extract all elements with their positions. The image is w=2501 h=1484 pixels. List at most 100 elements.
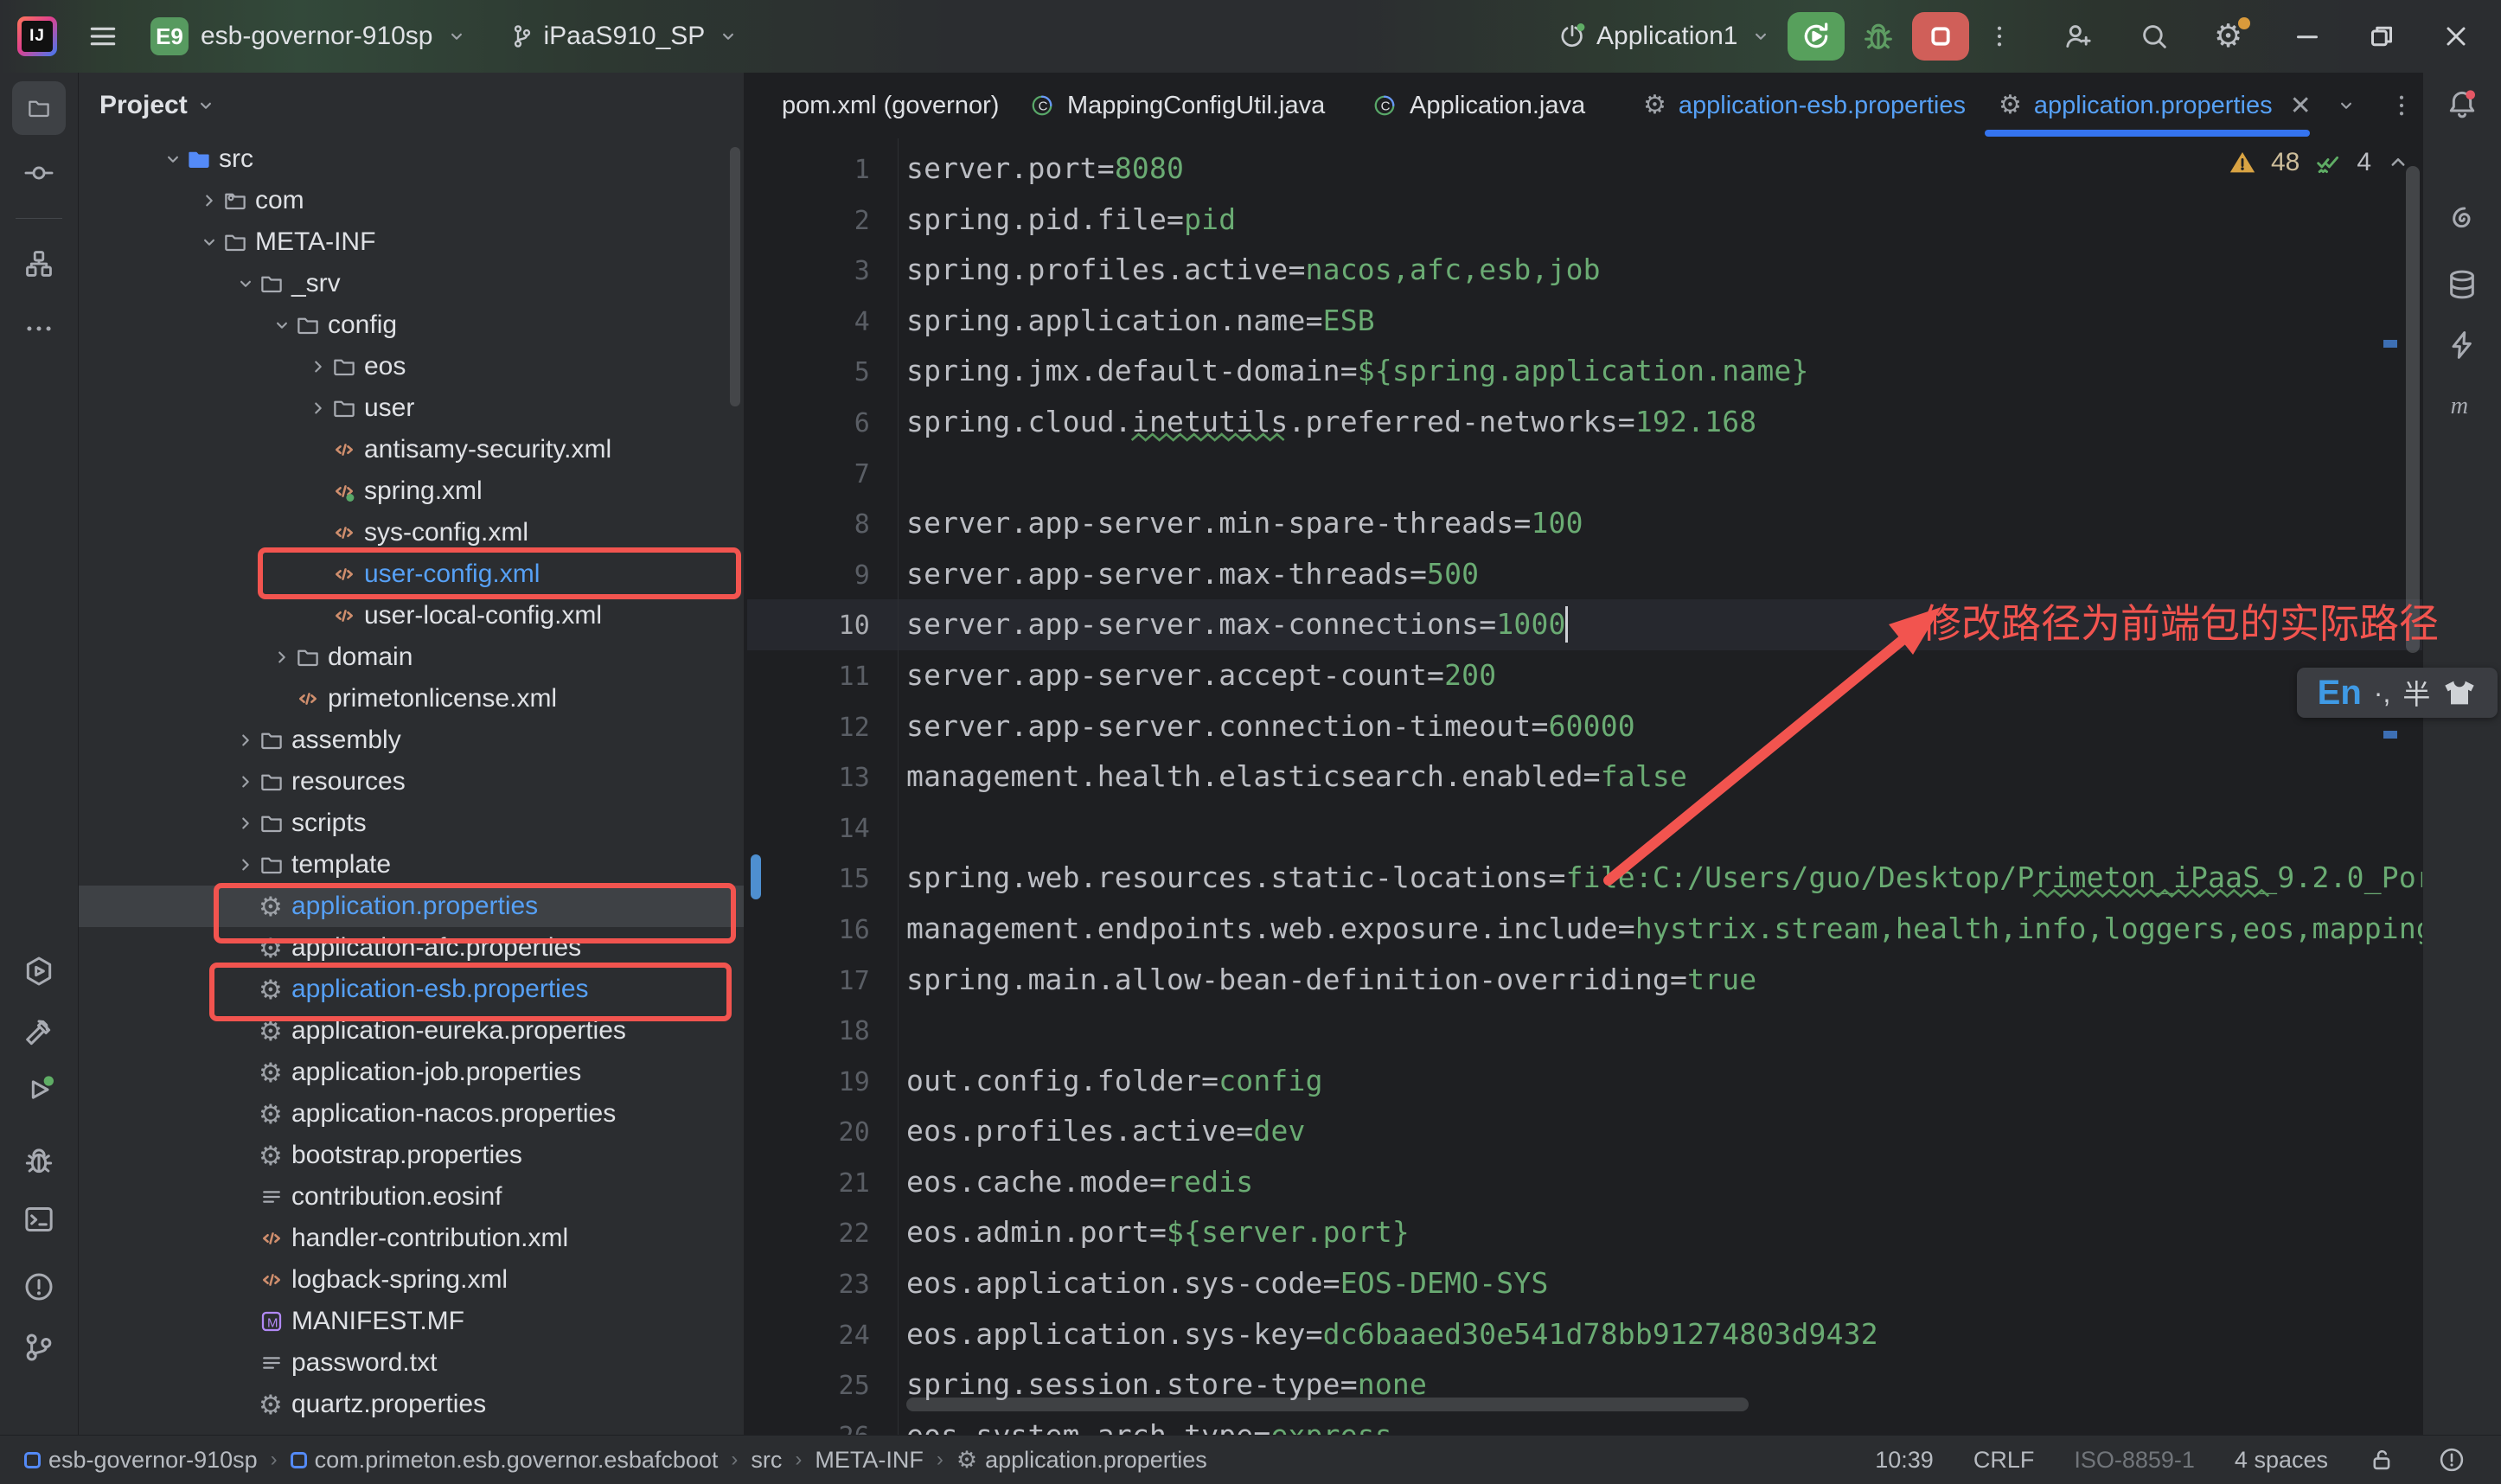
- previous-highlight-chevron-icon[interactable]: [2385, 150, 2411, 176]
- more-actions-icon[interactable]: [1985, 22, 2014, 51]
- code-line-22[interactable]: 22eos.admin.port=${server.port}: [747, 1207, 2423, 1258]
- debug-icon[interactable]: [12, 1134, 66, 1187]
- chevron-right-icon[interactable]: [305, 397, 331, 419]
- tree-item-primetonlicense-xml[interactable]: primetonlicense.xml: [79, 678, 744, 720]
- tab-pom-xml-governor-[interactable]: pom.xml (governor): [782, 73, 999, 138]
- code-line-19[interactable]: 19out.config.folder=config: [747, 1056, 2423, 1107]
- tree-item-contribution-eosinf[interactable]: contribution.eosinf: [79, 1176, 744, 1218]
- error-stripe-mark[interactable]: [2383, 731, 2397, 739]
- code-line-4[interactable]: 4spring.application.name=ESB: [747, 296, 2423, 347]
- tree-item-application-job-properties[interactable]: ⚙application-job.properties: [79, 1052, 744, 1093]
- chevron-right-icon[interactable]: [305, 355, 331, 378]
- file-encoding[interactable]: ISO-8859-1: [2074, 1447, 2195, 1474]
- tree-item-src[interactable]: src: [79, 138, 744, 180]
- code-line-1[interactable]: 1server.port=8080: [747, 144, 2423, 195]
- tree-item-assembly[interactable]: assembly: [79, 720, 744, 761]
- tree-item-quartz-properties[interactable]: ⚙quartz.properties: [79, 1384, 744, 1425]
- line-ending[interactable]: CRLF: [1973, 1447, 2035, 1474]
- close-button[interactable]: [2440, 21, 2472, 52]
- version-control-icon[interactable]: [12, 1321, 66, 1374]
- tree-item-application-nacos-properties[interactable]: ⚙application-nacos.properties: [79, 1093, 744, 1135]
- tree-item-application-afc-properties[interactable]: ⚙application-afc.properties: [79, 927, 744, 969]
- code-line-17[interactable]: 17spring.main.allow-bean-definition-over…: [747, 955, 2423, 1006]
- tree-item-manifest-mf[interactable]: MMANIFEST.MF: [79, 1301, 744, 1342]
- code-line-26[interactable]: 26eos.system-arch-type=express: [747, 1410, 2423, 1436]
- tree-item-user[interactable]: user: [79, 387, 744, 429]
- inspections-widget[interactable]: 48 4: [2228, 144, 2423, 182]
- chevron-down-icon[interactable]: [196, 231, 222, 253]
- tree-item-com[interactable]: com: [79, 180, 744, 221]
- chevron-right-icon[interactable]: [233, 812, 259, 835]
- code-line-8[interactable]: 8server.app-server.min-spare-threads=100: [747, 498, 2423, 549]
- chevron-down-icon[interactable]: [269, 314, 295, 336]
- unlocked-padlock-icon[interactable]: [2368, 1445, 2397, 1474]
- tree-item-user-config-xml[interactable]: user-config.xml: [79, 553, 744, 595]
- debug-button[interactable]: [1860, 18, 1897, 54]
- breadcrumb-item[interactable]: com.primeton.esb.governor.esbafcboot: [291, 1447, 719, 1474]
- commit-icon[interactable]: [12, 146, 66, 200]
- project-folder-icon[interactable]: [12, 81, 66, 135]
- tree-item-scripts[interactable]: scripts: [79, 803, 744, 844]
- close-tab-icon[interactable]: ✕: [2290, 91, 2312, 121]
- code-line-11[interactable]: 11server.app-server.accept-count=200: [747, 650, 2423, 701]
- plugin-icon[interactable]: [2435, 318, 2489, 372]
- chevron-right-icon[interactable]: [196, 189, 222, 212]
- caret-position[interactable]: 10:39: [1875, 1447, 1934, 1474]
- tree-item-config[interactable]: config: [79, 304, 744, 346]
- chevron-down-icon[interactable]: [233, 272, 259, 295]
- tree-item-handler-contribution-xml[interactable]: handler-contribution.xml: [79, 1218, 744, 1259]
- more-icon[interactable]: [12, 302, 66, 355]
- problems-icon[interactable]: [12, 1260, 66, 1314]
- tree-item-bootstrap-properties[interactable]: ⚙bootstrap.properties: [79, 1135, 744, 1176]
- chevron-right-icon[interactable]: [233, 771, 259, 793]
- code-line-12[interactable]: 12server.app-server.connection-timeout=6…: [747, 701, 2423, 752]
- code-line-21[interactable]: 21eos.cache.mode=redis: [747, 1157, 2423, 1208]
- tree-item-template[interactable]: template: [79, 844, 744, 886]
- code-line-24[interactable]: 24eos.application.sys-key=dc6baaed30e541…: [747, 1309, 2423, 1360]
- indent-setting[interactable]: 4 spaces: [2235, 1447, 2328, 1474]
- notifications-icon[interactable]: [2435, 77, 2489, 131]
- tab-options-kebab-icon[interactable]: [2387, 73, 2416, 138]
- add-user-icon[interactable]: [2062, 20, 2095, 53]
- project-selector[interactable]: esb-governor-910sp: [201, 22, 468, 51]
- editor-pane[interactable]: 1server.port=80802spring.pid.file=pid3sp…: [747, 138, 2423, 1436]
- branch-selector[interactable]: iPaaS910_SP: [508, 22, 740, 51]
- code-line-13[interactable]: 13management.health.elasticsearch.enable…: [747, 752, 2423, 803]
- tab-application-esb-properties[interactable]: ⚙application-esb.properties: [1643, 73, 1966, 138]
- breadcrumb-item[interactable]: META-INF: [815, 1447, 923, 1474]
- code-line-15[interactable]: 15spring.web.resources.static-locations=…: [747, 853, 2423, 904]
- build-icon[interactable]: [12, 1006, 66, 1059]
- settings-gear-icon[interactable]: ⚙: [2214, 19, 2248, 54]
- maven-icon[interactable]: m: [2435, 379, 2489, 432]
- hidden-tabs-chevron-icon[interactable]: [2335, 73, 2357, 138]
- chevron-right-icon[interactable]: [233, 729, 259, 752]
- tree-item-password-txt[interactable]: password.txt: [79, 1342, 744, 1384]
- tree-item-sys-config-xml[interactable]: sys-config.xml: [79, 512, 744, 553]
- tree-item-logback-spring-xml[interactable]: logback-spring.xml: [79, 1259, 744, 1301]
- ai-assistant-icon[interactable]: [2435, 192, 2489, 246]
- editor-horizontal-scrollbar[interactable]: [906, 1398, 1749, 1411]
- tree-item-domain[interactable]: domain: [79, 636, 744, 678]
- tree-scrollbar[interactable]: [730, 147, 740, 406]
- tree-item-application-properties[interactable]: ⚙application.properties: [79, 886, 744, 927]
- project-panel-header[interactable]: Project: [79, 73, 744, 138]
- tab-application-properties[interactable]: ⚙application.properties✕: [1999, 73, 2312, 138]
- code-line-3[interactable]: 3spring.profiles.active=nacos,afc,esb,jo…: [747, 245, 2423, 296]
- services-icon[interactable]: [12, 944, 66, 998]
- tree-item-resources[interactable]: resources: [79, 761, 744, 803]
- code-line-7[interactable]: 7: [747, 448, 2423, 499]
- rerun-button[interactable]: [1788, 12, 1845, 61]
- code-line-2[interactable]: 2spring.pid.file=pid: [747, 195, 2423, 246]
- terminal-icon[interactable]: [12, 1193, 66, 1246]
- structure-icon[interactable]: [12, 237, 66, 291]
- tab-application-java[interactable]: CApplication.java: [1372, 73, 1585, 138]
- code-line-20[interactable]: 20eos.profiles.active=dev: [747, 1106, 2423, 1157]
- breadcrumb-item[interactable]: ⚙application.properties: [956, 1447, 1207, 1474]
- tree-item-eos[interactable]: eos: [79, 346, 744, 387]
- code-line-23[interactable]: 23eos.application.sys-code=EOS-DEMO-SYS: [747, 1258, 2423, 1309]
- chevron-right-icon[interactable]: [269, 646, 295, 668]
- breadcrumb-item[interactable]: src: [751, 1447, 782, 1474]
- search-everywhere-icon[interactable]: [2138, 20, 2171, 53]
- chevron-down-icon[interactable]: [160, 148, 186, 170]
- run-icon[interactable]: [12, 1063, 66, 1116]
